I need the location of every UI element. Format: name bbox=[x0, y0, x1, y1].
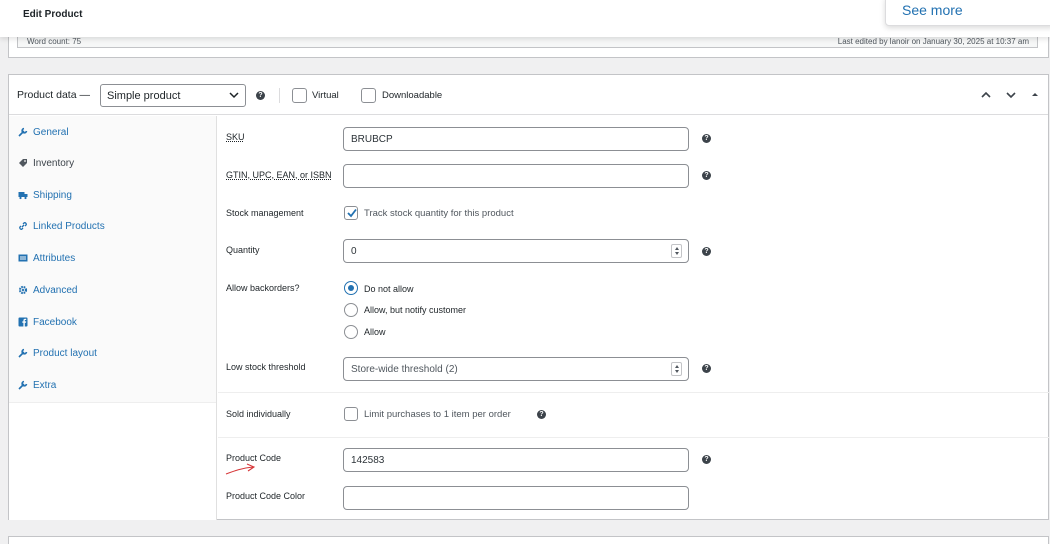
tab-label: Inventory bbox=[33, 158, 75, 169]
tab-extra[interactable]: Extra bbox=[9, 370, 216, 401]
divider bbox=[279, 88, 280, 103]
tab-label: Product layout bbox=[33, 348, 97, 359]
tab-linked-products[interactable]: Linked Products bbox=[9, 211, 216, 242]
sku-label: SKU bbox=[226, 132, 245, 142]
quantity-label: Quantity bbox=[226, 245, 260, 255]
wrench-icon bbox=[18, 127, 28, 137]
product-data-panel: Product data — Simple product ? Virtual … bbox=[8, 74, 1049, 520]
help-icon[interactable]: ? bbox=[537, 410, 546, 419]
tab-label: Linked Products bbox=[33, 221, 105, 232]
help-icon[interactable]: ? bbox=[702, 171, 711, 180]
sold-individually-checkbox[interactable] bbox=[344, 407, 358, 421]
backorders-radio-do-not-allow[interactable] bbox=[344, 281, 358, 295]
link-icon bbox=[19, 222, 27, 230]
tabs-empty-area bbox=[9, 403, 216, 520]
backorders-radio-allow[interactable] bbox=[344, 325, 358, 339]
tab-label: Shipping bbox=[33, 190, 72, 201]
tag-icon bbox=[19, 159, 27, 167]
sku-input[interactable]: BRUBCP bbox=[343, 127, 689, 151]
product-data-header: Product data — Simple product ? Virtual … bbox=[9, 75, 1048, 115]
divider bbox=[218, 437, 1049, 438]
product-data-tabs: General Inventory Shipping Linked Produc… bbox=[9, 116, 217, 520]
downloadable-label: Downloadable bbox=[382, 90, 443, 101]
backorders-radio-allow-notify[interactable] bbox=[344, 303, 358, 317]
stock-management-checkbox[interactable] bbox=[344, 206, 358, 220]
low-stock-label: Low stock threshold bbox=[226, 362, 306, 372]
tab-advanced[interactable]: Advanced bbox=[9, 275, 216, 306]
radio-label: Allow bbox=[364, 327, 386, 337]
virtual-label: Virtual bbox=[312, 90, 339, 101]
wrench-icon bbox=[18, 348, 28, 358]
product-code-value: 142583 bbox=[351, 455, 385, 466]
inventory-fields: SKU BRUBCP ? GTIN, UPC, EAN, or ISBN ? S… bbox=[218, 116, 1049, 520]
quantity-value: 0 bbox=[351, 246, 357, 257]
tab-label: Attributes bbox=[33, 253, 76, 264]
gtin-label: GTIN, UPC, EAN, or ISBN bbox=[226, 170, 332, 180]
checkmark-icon bbox=[347, 208, 357, 218]
tab-facebook[interactable]: Facebook bbox=[9, 307, 216, 338]
tab-product-layout[interactable]: Product layout bbox=[9, 338, 216, 369]
help-icon[interactable]: ? bbox=[702, 455, 711, 464]
last-edited: Last edited by lanoir on January 30, 202… bbox=[837, 37, 1029, 46]
virtual-checkbox[interactable] bbox=[292, 88, 307, 103]
product-type-select[interactable]: Simple product bbox=[100, 84, 246, 107]
move-down-icon[interactable] bbox=[1004, 88, 1018, 102]
collapse-toggle-icon[interactable] bbox=[1028, 88, 1042, 102]
quantity-stepper[interactable]: 0 bbox=[343, 239, 689, 263]
product-data-label: Product data — bbox=[17, 89, 90, 101]
help-icon[interactable]: ? bbox=[702, 364, 711, 373]
chevron-down-icon bbox=[229, 92, 239, 99]
tab-label: Advanced bbox=[33, 285, 78, 296]
downloadable-checkbox[interactable] bbox=[361, 88, 376, 103]
list-icon bbox=[18, 254, 28, 262]
move-up-icon[interactable] bbox=[979, 88, 993, 102]
see-more-link[interactable]: See more bbox=[902, 2, 963, 18]
low-stock-input[interactable]: Store-wide threshold (2) bbox=[343, 357, 689, 381]
product-type-value: Simple product bbox=[107, 90, 181, 102]
divider bbox=[218, 392, 1049, 393]
tab-inventory[interactable]: Inventory bbox=[9, 148, 216, 179]
backorders-label: Allow backorders? bbox=[226, 283, 300, 293]
spinner-arrows-icon[interactable] bbox=[671, 244, 682, 258]
tab-shipping[interactable]: Shipping bbox=[9, 180, 216, 211]
product-code-color-input[interactable] bbox=[343, 486, 689, 510]
radio-label: Allow, but notify customer bbox=[364, 305, 467, 315]
annotation-arrow bbox=[225, 463, 256, 475]
spinner-arrows-icon[interactable] bbox=[671, 362, 682, 376]
tab-attributes[interactable]: Attributes bbox=[9, 243, 216, 274]
low-stock-placeholder: Store-wide threshold (2) bbox=[351, 364, 458, 375]
editor-status-bar: Word count: 75 Last edited by lanoir on … bbox=[17, 37, 1038, 48]
tab-label: General bbox=[33, 127, 69, 138]
product-code-input[interactable]: 142583 bbox=[343, 448, 689, 472]
sold-individually-label: Sold individually bbox=[226, 409, 291, 419]
radio-label: Do not allow bbox=[364, 284, 414, 294]
gear-icon bbox=[18, 285, 28, 295]
tab-label: Extra bbox=[33, 380, 57, 391]
help-icon[interactable]: ? bbox=[702, 247, 711, 256]
gtin-input[interactable] bbox=[343, 164, 689, 188]
see-more-popup: See more bbox=[885, 0, 1050, 26]
tab-label: Facebook bbox=[33, 317, 77, 328]
help-icon[interactable]: ? bbox=[702, 134, 711, 143]
facebook-icon bbox=[18, 317, 28, 327]
page-title: Edit Product bbox=[23, 9, 83, 20]
product-code-color-label: Product Code Color bbox=[226, 491, 306, 501]
stock-management-checkbox-label: Track stock quantity for this product bbox=[364, 208, 514, 219]
sold-individually-checkbox-label: Limit purchases to 1 item per order bbox=[364, 409, 511, 420]
tab-general[interactable]: General bbox=[9, 117, 216, 148]
tab-list: General Inventory Shipping Linked Produc… bbox=[9, 116, 216, 403]
wrench-icon bbox=[18, 380, 28, 390]
help-icon[interactable]: ? bbox=[256, 91, 265, 100]
truck-icon bbox=[18, 192, 28, 200]
stock-management-label: Stock management bbox=[226, 208, 304, 218]
next-metabox bbox=[8, 536, 1049, 544]
sku-value: BRUBCP bbox=[351, 134, 393, 145]
word-count: Word count: 75 bbox=[27, 37, 82, 46]
